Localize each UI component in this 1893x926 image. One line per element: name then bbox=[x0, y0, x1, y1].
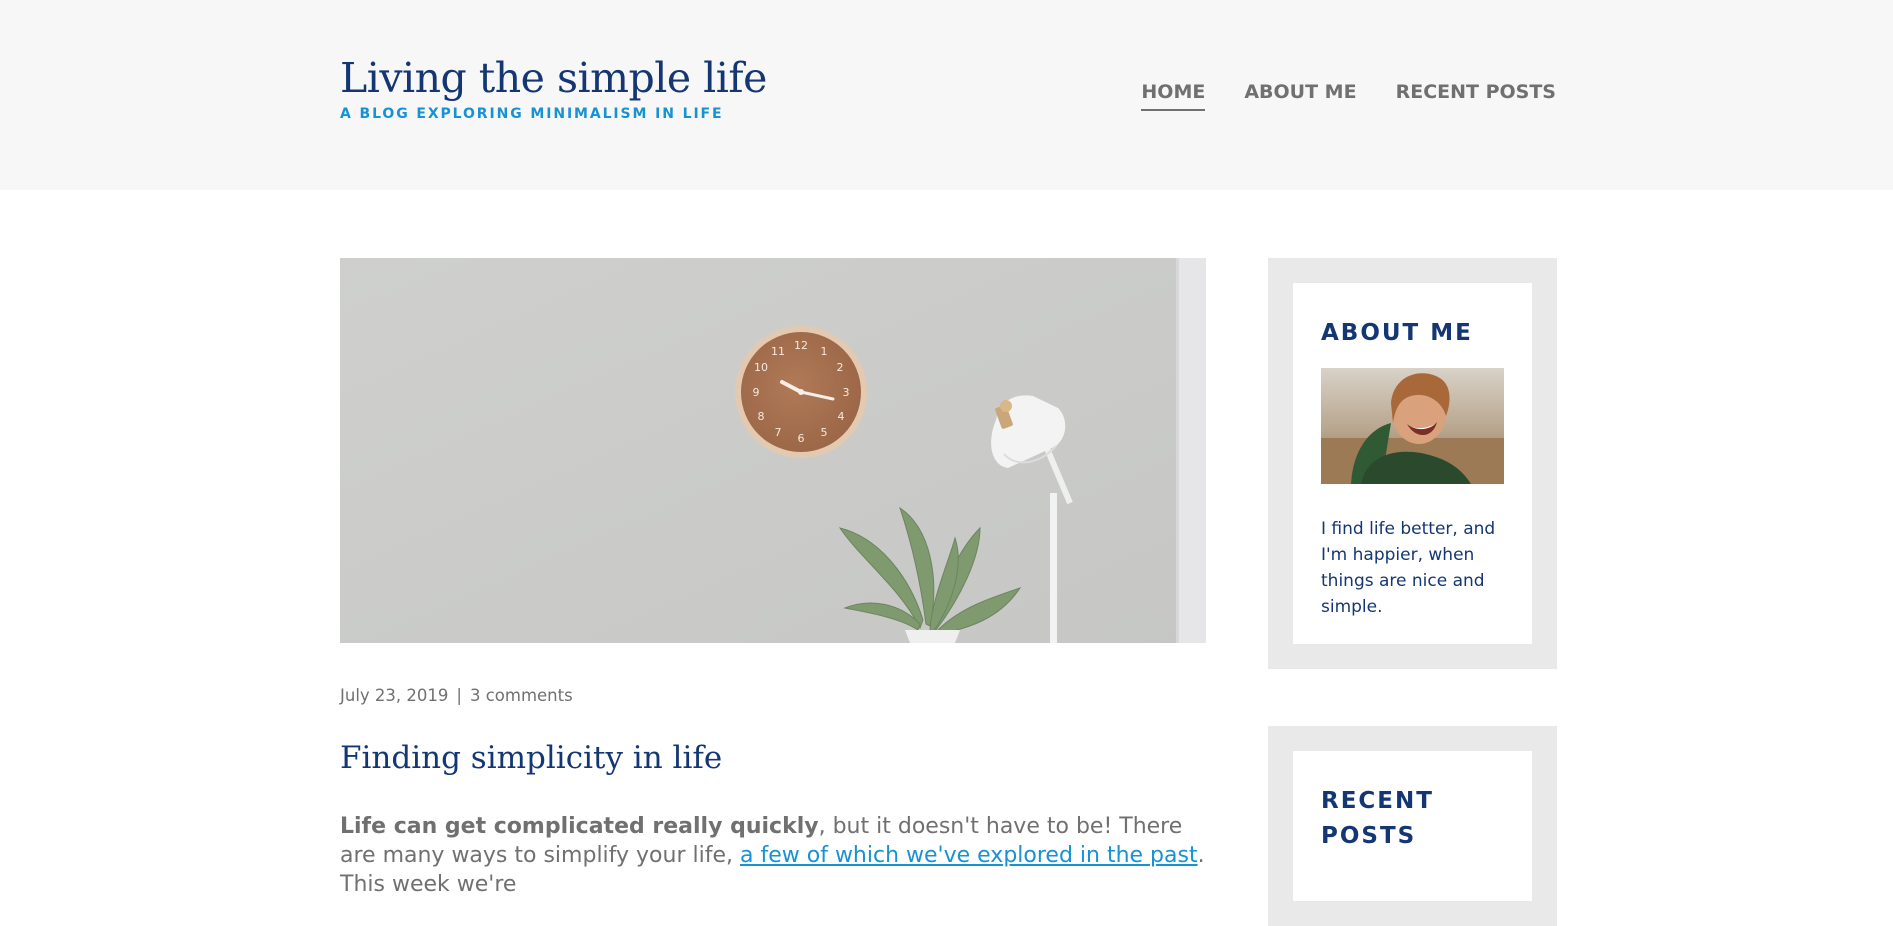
recent-posts-title: RECENT POSTS bbox=[1321, 788, 1434, 849]
nav-item-recent-posts[interactable]: RECENT POSTS bbox=[1396, 81, 1556, 111]
svg-text:2: 2 bbox=[837, 361, 844, 374]
site-header: Living the simple life A BLOG EXPLORING … bbox=[0, 0, 1893, 190]
nav-item-about-me[interactable]: ABOUT ME bbox=[1244, 81, 1356, 111]
svg-text:10: 10 bbox=[754, 361, 768, 374]
recent-posts-widget: RECENT POSTS bbox=[1268, 726, 1557, 926]
about-me-card: ABOUT ME I find life better, and I'm hap… bbox=[1293, 283, 1532, 644]
post-excerpt-link[interactable]: a few of which we've explored in the pas… bbox=[740, 843, 1198, 868]
svg-text:3: 3 bbox=[843, 386, 850, 399]
post-title[interactable]: Finding simplicity in life bbox=[340, 740, 722, 776]
svg-text:12: 12 bbox=[794, 339, 808, 352]
post-meta: July 23, 2019 | 3 comments bbox=[340, 686, 573, 705]
meta-separator: | bbox=[456, 686, 462, 705]
recent-posts-card: RECENT POSTS bbox=[1293, 751, 1532, 901]
svg-text:7: 7 bbox=[775, 426, 782, 439]
svg-text:6: 6 bbox=[798, 432, 805, 445]
svg-text:1: 1 bbox=[821, 345, 828, 358]
hero-illustration: 12 1 2 3 4 5 6 7 8 9 10 11 bbox=[340, 258, 1206, 643]
brand: Living the simple life A BLOG EXPLORING … bbox=[340, 55, 767, 123]
svg-text:5: 5 bbox=[821, 426, 828, 439]
site-subtitle: A BLOG EXPLORING MINIMALISM IN LIFE bbox=[340, 106, 724, 123]
avatar bbox=[1321, 368, 1504, 484]
post-date: July 23, 2019 bbox=[340, 686, 449, 705]
clock-shape: 12 1 2 3 4 5 6 7 8 9 10 11 bbox=[735, 326, 867, 458]
about-me-widget: ABOUT ME I find life better, and I'm hap… bbox=[1268, 258, 1557, 669]
svg-text:9: 9 bbox=[753, 386, 760, 399]
svg-text:8: 8 bbox=[758, 410, 765, 423]
about-me-text: I find life better, and I'm happier, whe… bbox=[1321, 519, 1496, 617]
main-nav: HOME ABOUT ME RECENT POSTS bbox=[1141, 81, 1556, 111]
post-hero-image: 12 1 2 3 4 5 6 7 8 9 10 11 bbox=[340, 258, 1206, 643]
nav-item-home[interactable]: HOME bbox=[1141, 81, 1206, 111]
post-comments-link[interactable]: 3 comments bbox=[470, 686, 573, 705]
post-excerpt: Life can get complicated really quickly,… bbox=[340, 812, 1220, 899]
svg-text:11: 11 bbox=[771, 345, 785, 358]
about-me-title: ABOUT ME bbox=[1321, 320, 1473, 346]
post-excerpt-bold: Life can get complicated really quickly bbox=[340, 814, 819, 839]
avatar-photo bbox=[1321, 368, 1504, 484]
svg-text:4: 4 bbox=[838, 410, 845, 423]
site-title[interactable]: Living the simple life bbox=[340, 55, 767, 101]
